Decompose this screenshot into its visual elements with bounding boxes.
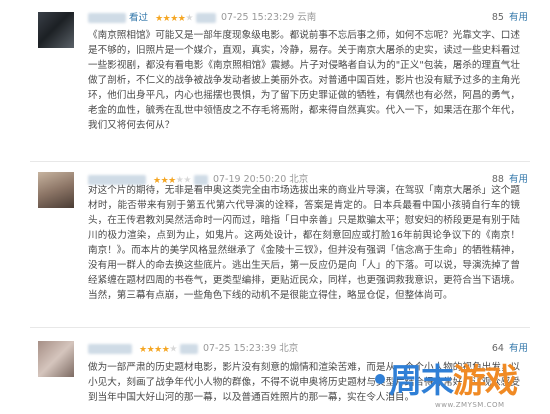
- divider: [30, 327, 530, 328]
- useful-button[interactable]: 有用: [509, 12, 528, 23]
- watermark-logo-text: 周末游戏: [389, 361, 518, 400]
- review-time: 07-25 15:23:39 北京: [202, 343, 299, 355]
- useful-counter: 64 有用: [492, 342, 528, 356]
- review-meta: ★★★★★ 07-25 15:23:39 北京: [88, 342, 298, 356]
- username-redacted: [88, 13, 126, 24]
- review-time: 07-25 15:23:29 云南: [221, 12, 317, 24]
- divider: [30, 161, 530, 162]
- useful-counter: 85 有用: [492, 11, 528, 25]
- site-watermark: 周末游戏 www.ZMYSM.COM: [375, 356, 550, 414]
- review-meta: 看过 ★★★★★ 07-25 15:23:29 云南: [88, 11, 316, 25]
- star-rating: ★★★★★: [155, 13, 193, 24]
- username-redacted: [88, 344, 132, 355]
- blurred-segment: [179, 344, 198, 355]
- useful-count: 64: [491, 343, 504, 354]
- avatar[interactable]: [38, 172, 74, 208]
- avatar[interactable]: [38, 12, 74, 48]
- review-text: 对这个片的期待，无非是看申奥这类完全由市场选拔出来的商业片导演，在驾驭「南京大屠…: [88, 185, 520, 301]
- blurred-segment: [195, 13, 216, 24]
- star-rating: ★★★★★: [139, 344, 177, 355]
- useful-count: 85: [491, 12, 504, 23]
- watermark-url: www.ZMYSM.COM: [435, 401, 505, 409]
- review-text: 《南京照相馆》可能又是一部年度现象级电影。都说前事不忘后事之师，如何不忘呢？光靠…: [88, 30, 520, 131]
- useful-button[interactable]: 有用: [509, 343, 528, 354]
- watermark-logo-icon: [375, 374, 385, 384]
- avatar[interactable]: [38, 341, 74, 377]
- review-status: 看过: [129, 12, 149, 24]
